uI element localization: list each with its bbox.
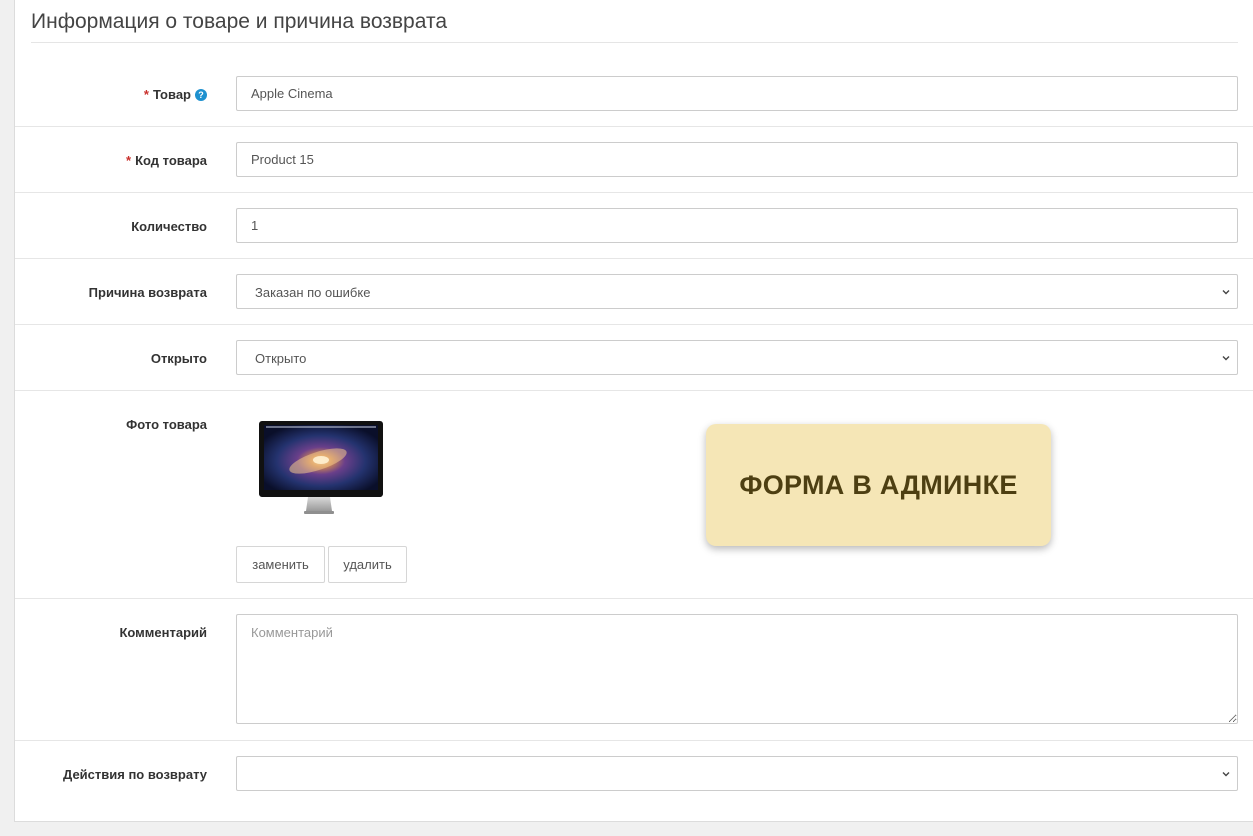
form-row-comment: Комментарий <box>15 599 1253 741</box>
chevron-down-icon <box>1222 772 1230 777</box>
form-row-photo: Фото товара заменить удалить <box>15 391 1253 599</box>
photo-label: Фото товара <box>126 417 207 432</box>
model-input[interactable] <box>236 142 1238 177</box>
question-circle-icon[interactable]: ? <box>195 89 207 101</box>
quantity-label: Количество <box>131 219 207 234</box>
product-input[interactable] <box>236 76 1238 111</box>
opened-label: Открыто <box>150 351 207 366</box>
chevron-down-icon <box>1222 356 1230 361</box>
model-label: * Код товара <box>15 153 207 168</box>
delete-image-button[interactable]: удалить <box>328 546 407 583</box>
replace-image-button[interactable]: заменить <box>236 546 325 583</box>
form-row-quantity: Количество <box>15 193 1253 259</box>
section-title: Информация о товаре и причина возврата <box>31 10 1238 43</box>
product-label: * Товар? <box>15 87 207 102</box>
opened-selected-value: Открыто <box>255 351 307 366</box>
opened-select[interactable]: Открыто <box>236 340 1238 375</box>
monitor-image <box>259 421 383 514</box>
return-action-select[interactable] <box>236 756 1238 791</box>
comment-label: Комментарий <box>119 625 207 640</box>
form-row-product: * Товар? <box>15 60 1253 127</box>
admin-form-sticker: ФОРМА В АДМИНКЕ <box>706 424 1051 546</box>
reason-label: Причина возврата <box>88 285 207 300</box>
required-mark: * <box>143 87 149 102</box>
form-row-reason: Причина возврата Заказан по ошибке <box>15 259 1253 325</box>
chevron-down-icon <box>1222 290 1230 295</box>
model-label-text: Код товара <box>135 153 207 168</box>
form-row-action: Действия по возврату <box>15 741 1253 822</box>
quantity-input[interactable] <box>236 208 1238 243</box>
required-mark: * <box>126 153 132 168</box>
product-thumbnail[interactable] <box>236 411 392 529</box>
form-panel: Информация о товаре и причина возврата *… <box>14 0 1253 822</box>
comment-textarea[interactable] <box>236 614 1238 724</box>
form-row-opened: Открыто Открыто <box>15 325 1253 391</box>
action-label: Действия по возврату <box>63 767 207 782</box>
form-row-model: * Код товара <box>15 127 1253 193</box>
reason-select[interactable]: Заказан по ошибке <box>236 274 1238 309</box>
product-label-text: Товар <box>152 87 191 102</box>
reason-selected-value: Заказан по ошибке <box>255 285 371 300</box>
